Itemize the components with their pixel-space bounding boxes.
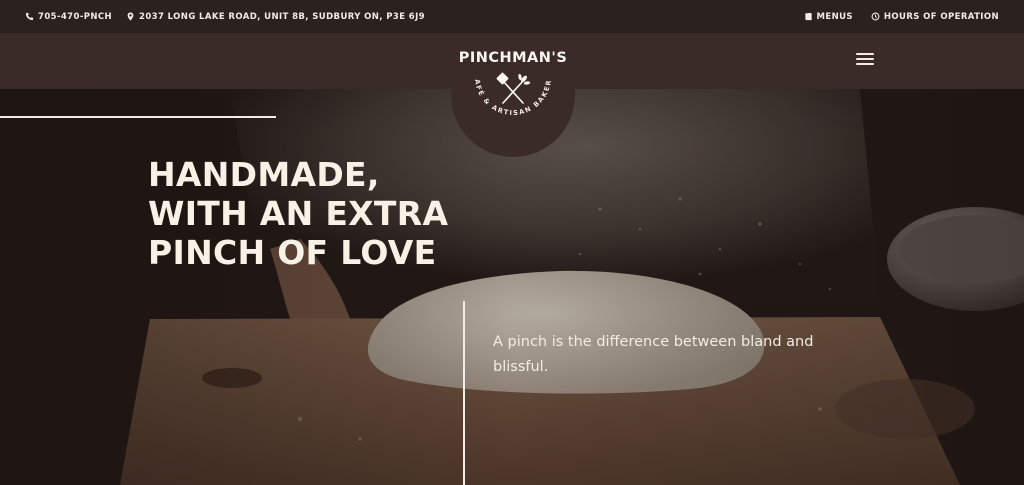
site-logo[interactable]: PINCHMAN'S CAFÉ & ARTISAN BAKERY: [451, 33, 575, 157]
top-utility-bar: 705-470-PNCH 2037 LONG LAKE ROAD, UNIT 8…: [0, 0, 1024, 33]
hero-tagline: A pinch is the difference between bland …: [493, 334, 814, 375]
hours-label: HOURS OF OPERATION: [883, 11, 999, 22]
contact-info: 705-470-PNCH 2037 LONG LAKE ROAD, UNIT 8…: [25, 12, 425, 22]
accent-line: [0, 116, 276, 118]
hours-link[interactable]: HOURS OF OPERATION: [871, 12, 999, 22]
utility-links: MENUS HOURS OF OPERATION: [804, 12, 1000, 22]
address-link[interactable]: 2037 LONG LAKE ROAD, UNIT 8B, SUDBURY ON…: [126, 12, 425, 22]
headline-line-3: PINCH OF LOVE: [148, 233, 437, 272]
clock-icon: [871, 12, 880, 21]
phone-icon: [25, 12, 34, 21]
headline-line-2: WITH AN EXTRA: [148, 194, 449, 233]
menus-link[interactable]: MENUS: [804, 12, 853, 22]
book-icon: [804, 12, 812, 21]
location-pin-icon: [127, 12, 134, 21]
headline-line-1: HANDMADE,: [148, 155, 380, 194]
logo-emblem: CAFÉ & ARTISAN BAKERY: [451, 33, 551, 117]
hero-headline: HANDMADE, WITH AN EXTRA PINCH OF LOVE: [148, 155, 508, 272]
address-text: 2037 LONG LAKE ROAD, UNIT 8B, SUDBURY ON…: [139, 11, 425, 22]
phone-number: 705-470-PNCH: [38, 11, 113, 22]
menus-label: MENUS: [816, 11, 853, 22]
whisk-wheat-icon: [496, 72, 531, 104]
vertical-divider: [463, 301, 465, 485]
hamburger-menu-icon[interactable]: [856, 53, 874, 67]
phone-link[interactable]: 705-470-PNCH: [25, 12, 112, 22]
